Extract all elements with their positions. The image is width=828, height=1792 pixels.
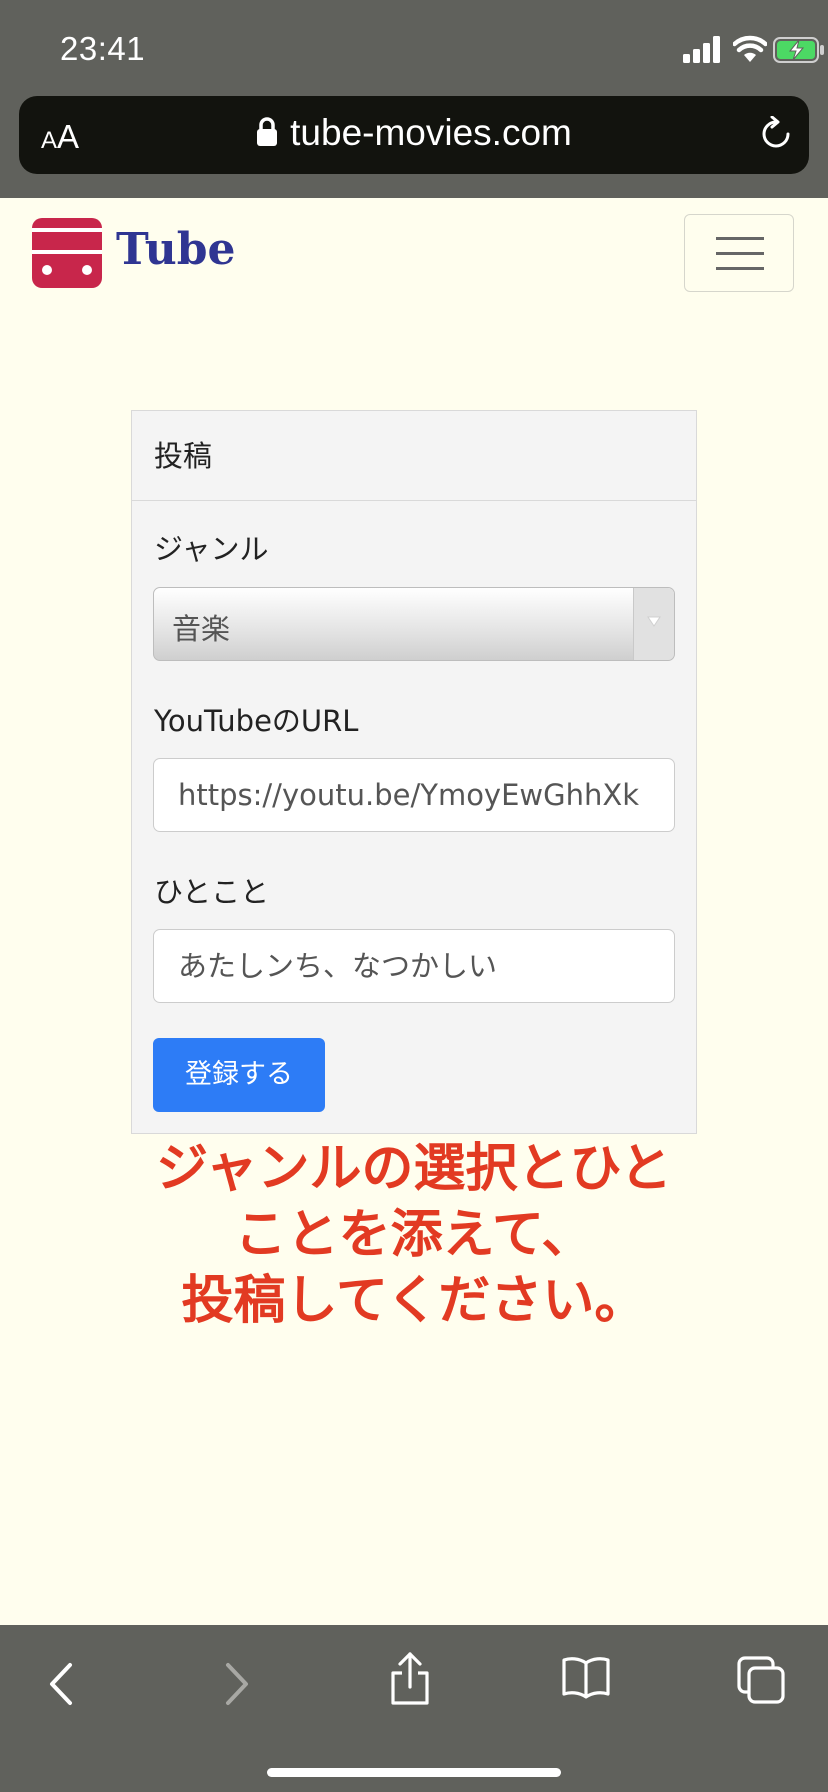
submit-button[interactable]: 登録する: [153, 1038, 325, 1112]
hamburger-menu-button[interactable]: [684, 214, 794, 292]
brand-name[interactable]: Tube: [116, 224, 235, 275]
genre-selected-value: 音楽: [172, 612, 231, 646]
bookmarks-icon[interactable]: [561, 1655, 611, 1699]
comment-input[interactable]: あたしンち、なつかしい: [153, 929, 675, 1003]
genre-select[interactable]: 音楽: [153, 587, 675, 661]
note-line-1: ジャンルの選択とひと: [156, 1139, 672, 1199]
train-logo-icon[interactable]: [32, 218, 102, 288]
post-form-card: 投稿 ジャンル 音楽 YouTubeのURL https://youtu.be/…: [131, 410, 697, 1134]
tabs-icon[interactable]: [736, 1655, 786, 1705]
forward-icon[interactable]: [222, 1661, 252, 1707]
browser-bottom-toolbar: [0, 1625, 828, 1792]
url-text: tube-movies.com: [290, 112, 572, 153]
url-display[interactable]: tube-movies.com: [19, 112, 809, 154]
wifi-icon: [733, 35, 767, 62]
status-icons: [683, 35, 824, 65]
chevron-down-icon: [647, 616, 661, 627]
comment-label: ひとこと: [154, 875, 270, 909]
home-indicator[interactable]: [267, 1768, 561, 1777]
reload-icon[interactable]: [759, 116, 793, 152]
instruction-note: ジャンルの選択とひと ことを添えて、 投稿してください。: [100, 1136, 728, 1334]
address-bar[interactable]: AA tube-movies.com: [19, 96, 809, 174]
lock-icon: [257, 117, 278, 147]
status-time: 23:41: [60, 30, 146, 67]
menu-line: [716, 267, 764, 270]
menu-line: [716, 237, 764, 240]
browser-top-bar: 23:41 AA tube-movies.com: [0, 0, 828, 198]
battery-charging-icon: [773, 37, 824, 63]
youtube-url-input[interactable]: https://youtu.be/YmoyEwGhhXk: [153, 758, 675, 832]
note-line-3: 投稿してください。: [181, 1271, 647, 1331]
youtube-url-label: YouTubeのURL: [154, 704, 359, 738]
card-title: 投稿: [132, 411, 696, 501]
back-icon[interactable]: [46, 1661, 76, 1707]
select-arrow: [633, 588, 674, 660]
cellular-signal-icon: [683, 35, 723, 63]
note-line-2: ことを添えて、: [234, 1205, 594, 1265]
genre-label: ジャンル: [154, 532, 269, 566]
share-icon[interactable]: [388, 1651, 432, 1707]
menu-line: [716, 252, 764, 255]
